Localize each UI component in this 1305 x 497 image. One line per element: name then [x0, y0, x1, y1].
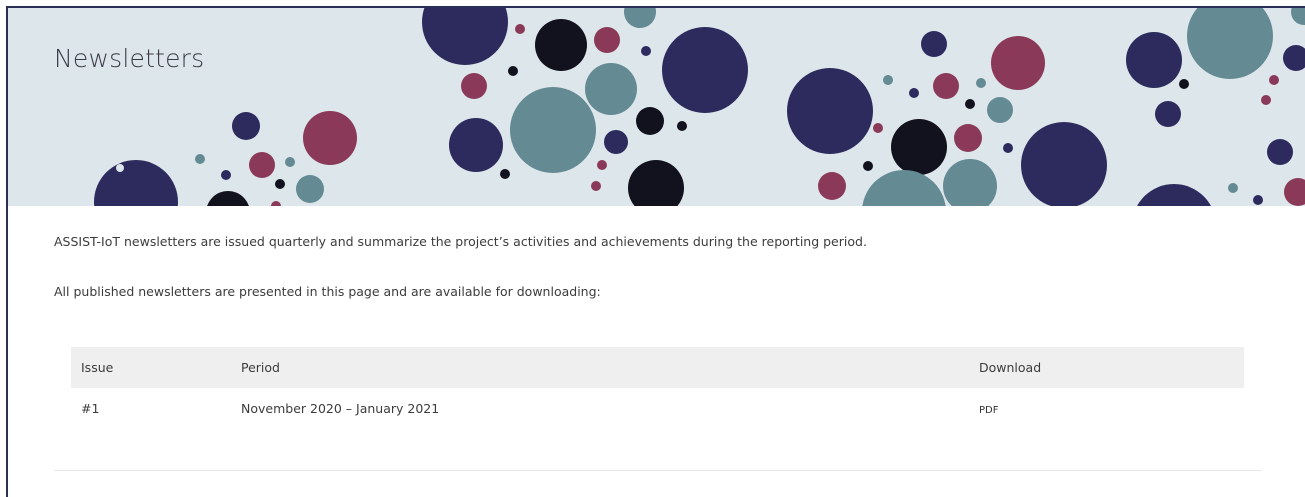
decorative-circles [94, 8, 1305, 206]
header-banner: Newsletters [8, 8, 1305, 206]
issue-cell: #1 [81, 401, 100, 416]
header-issue: Issue [81, 360, 114, 375]
pdf-download-link[interactable]: PDF [979, 405, 998, 416]
header-period: Period [241, 360, 280, 375]
page-title: Newsletters [54, 44, 205, 73]
table-row: #1 November 2020 – January 2021 PDF [71, 388, 1244, 432]
newsletters-table: Issue Period Download #1 November 2020 –… [71, 347, 1244, 432]
download-cell: PDF [979, 388, 998, 431]
content-divider [54, 470, 1262, 471]
intro-text: ASSIST-IoT newsletters are issued quarte… [54, 234, 867, 249]
table-header-row: Issue Period Download [71, 347, 1244, 388]
header-download: Download [979, 360, 1042, 375]
download-intro-text: All published newsletters are presented … [54, 284, 601, 299]
period-cell: November 2020 – January 2021 [241, 401, 440, 416]
page-frame: Newsletters ASSIST-IoT newsletters are i… [6, 6, 1305, 497]
